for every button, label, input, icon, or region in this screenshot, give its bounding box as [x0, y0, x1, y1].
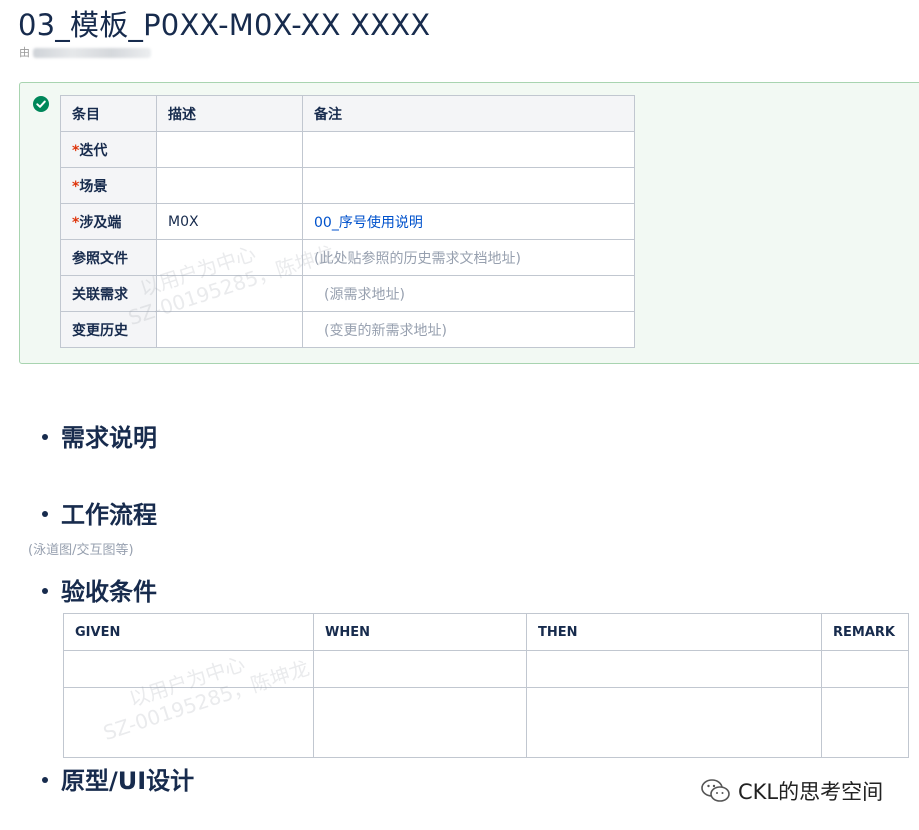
row-note[interactable]	[302, 167, 635, 204]
section-heading-acceptance: 验收条件	[42, 572, 157, 607]
when-cell[interactable]	[313, 687, 527, 758]
row-description[interactable]: M0X	[156, 203, 303, 240]
row-note-placeholder[interactable]: (此处贴参照的历史需求文档地址)	[302, 239, 635, 276]
row-description[interactable]	[156, 167, 303, 204]
workflow-note: (泳道图/交互图等)	[28, 543, 134, 558]
row-label: *迭代	[60, 131, 157, 168]
header-given: GIVEN	[63, 613, 314, 651]
brand-text: CKL的思考空间	[738, 780, 884, 804]
metadata-table: 条目 描述 备注 *迭代 *场景 *涉及端 M0X 00_序号使用说明 参照文件…	[60, 95, 635, 348]
row-label-text: 场景	[79, 178, 108, 195]
header-description: 描述	[156, 95, 303, 132]
brand-watermark: CKL的思考空间	[700, 776, 883, 806]
then-cell[interactable]	[526, 687, 822, 758]
remark-cell[interactable]	[821, 650, 909, 688]
row-label: 参照文件	[60, 239, 157, 276]
table-row: 变更历史 (变更的新需求地址)	[60, 311, 635, 348]
row-label: *涉及端	[60, 203, 157, 240]
header-item: 条目	[60, 95, 157, 132]
table-row: *迭代	[60, 131, 635, 168]
given-cell[interactable]	[63, 650, 314, 688]
row-label: 变更历史	[60, 311, 157, 348]
blurred-author-info	[33, 48, 151, 58]
header-when: WHEN	[313, 613, 527, 651]
header-remark: REMARK	[821, 613, 909, 651]
page-title: 03_模板_P0XX-M0X-XX XXXX	[18, 8, 431, 42]
table-row: 关联需求 (源需求地址)	[60, 275, 635, 312]
row-description[interactable]	[156, 239, 303, 276]
row-note-placeholder[interactable]: (源需求地址)	[302, 275, 635, 312]
acceptance-header-row: GIVEN WHEN THEN REMARK	[63, 613, 909, 651]
section-heading-requirements: 需求说明	[42, 418, 157, 453]
header-remark: 备注	[302, 95, 635, 132]
row-note[interactable]	[302, 131, 635, 168]
remark-cell[interactable]	[821, 687, 909, 758]
info-panel: 条目 描述 备注 *迭代 *场景 *涉及端 M0X 00_序号使用说明 参照文件…	[19, 82, 919, 364]
section-heading-workflow: 工作流程	[42, 495, 157, 530]
row-label-text: 迭代	[79, 142, 108, 159]
row-label: *场景	[60, 167, 157, 204]
table-row: *场景	[60, 167, 635, 204]
row-label: 关联需求	[60, 275, 157, 312]
when-cell[interactable]	[313, 650, 527, 688]
then-cell[interactable]	[526, 650, 822, 688]
table-row	[63, 687, 909, 758]
page-byline: 由	[19, 44, 151, 60]
metadata-header-row: 条目 描述 备注	[60, 95, 635, 132]
table-row	[63, 650, 909, 688]
instructions-link[interactable]: 00_序号使用说明	[302, 203, 635, 240]
row-description[interactable]	[156, 311, 303, 348]
wechat-icon	[701, 779, 730, 802]
section-heading-prototype: 原型/UI设计	[42, 761, 194, 796]
header-then: THEN	[526, 613, 822, 651]
table-row: 参照文件 (此处贴参照的历史需求文档地址)	[60, 239, 635, 276]
acceptance-table: GIVEN WHEN THEN REMARK	[63, 613, 909, 758]
check-circle-icon	[33, 96, 49, 112]
row-label-text: 涉及端	[79, 214, 122, 231]
row-note-placeholder[interactable]: (变更的新需求地址)	[302, 311, 635, 348]
table-row: *涉及端 M0X 00_序号使用说明	[60, 203, 635, 240]
row-description[interactable]	[156, 131, 303, 168]
row-description[interactable]	[156, 275, 303, 312]
byline-prefix: 由	[19, 46, 30, 59]
given-cell[interactable]	[63, 687, 314, 758]
